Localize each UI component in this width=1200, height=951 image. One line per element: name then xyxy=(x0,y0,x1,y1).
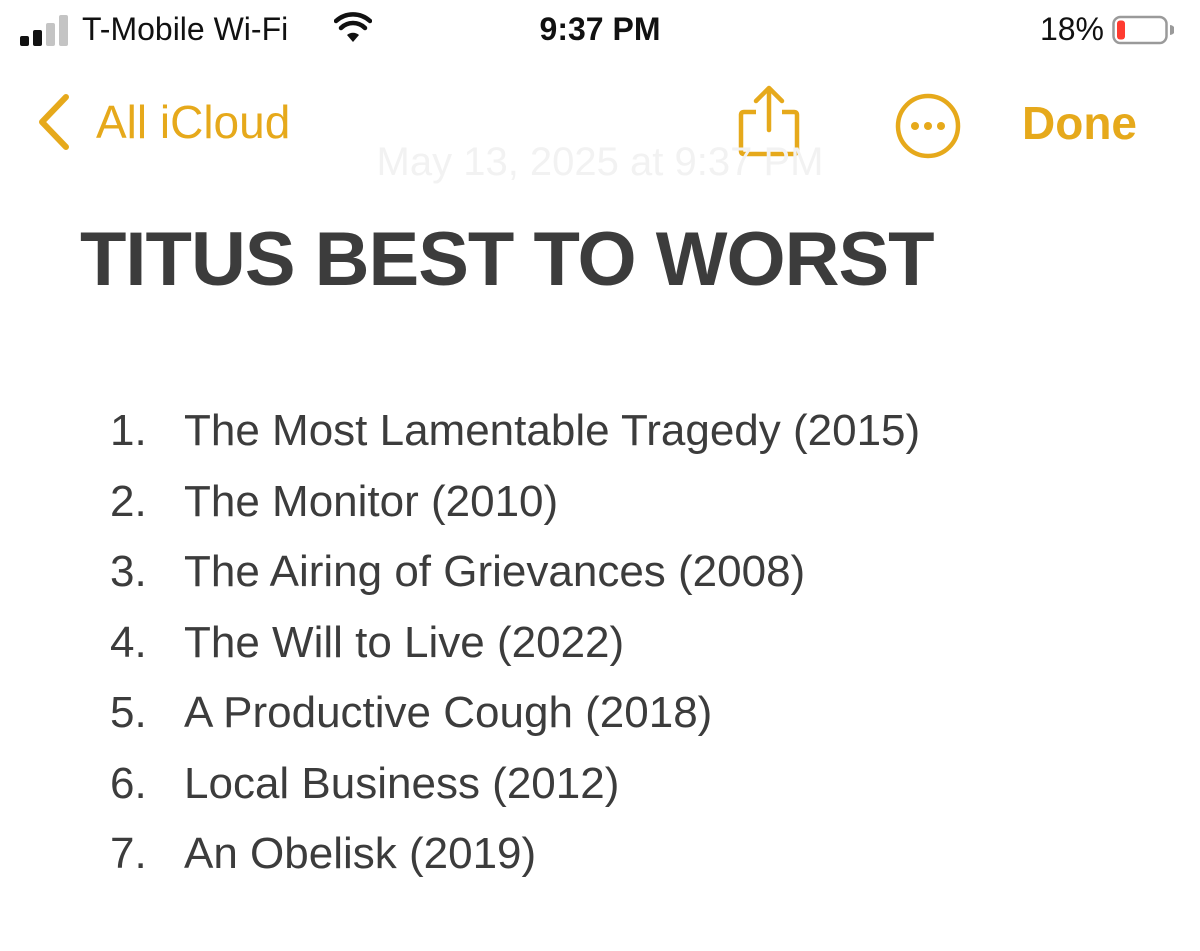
list-item-text: The Monitor (2010) xyxy=(184,476,559,526)
list-item-number: 4. xyxy=(110,617,147,667)
list-item[interactable]: 7. An Obelisk (2019) xyxy=(110,819,920,890)
battery-percentage: 18% xyxy=(1039,11,1104,47)
list-item[interactable]: 5. A Productive Cough (2018) xyxy=(110,678,920,749)
list-item[interactable]: 1. The Most Lamentable Tragedy (2015) xyxy=(110,396,920,467)
list-item[interactable]: 6. Local Business (2012) xyxy=(110,749,920,820)
list-item-text: The Most Lamentable Tragedy (2015) xyxy=(184,406,921,456)
list-item-number: 5. xyxy=(110,688,147,738)
list-item-number: 3. xyxy=(110,547,147,597)
list-item-number: 2. xyxy=(110,476,147,526)
list-item-text: The Airing of Grievances (2008) xyxy=(184,547,806,597)
list-item-text: An Obelisk (2019) xyxy=(184,829,537,879)
list-item[interactable]: 2. The Monitor (2010) xyxy=(110,467,920,538)
list-item-text: Local Business (2012) xyxy=(184,758,620,808)
note-timestamp: May 13, 2025 at 9:37 PM xyxy=(376,140,824,184)
list-item-text: The Will to Live (2022) xyxy=(184,617,625,667)
list-item-number: 7. xyxy=(110,829,147,879)
clock: 9:37 PM xyxy=(539,11,661,47)
note-list: 1. The Most Lamentable Tragedy (2015) 2. T… xyxy=(110,396,920,890)
list-item[interactable]: 3. The Airing of Grievances (2008) xyxy=(110,537,920,608)
list-item[interactable]: 4. The Will to Live (2022) xyxy=(110,608,920,679)
note-title[interactable]: TITUS BEST TO WORST xyxy=(80,216,935,303)
battery-icon xyxy=(1112,15,1174,45)
status-bar: T-Mobile Wi-Fi 9:37 PM 18% xyxy=(0,0,1200,64)
list-item-number: 1. xyxy=(110,406,147,456)
list-item-number: 6. xyxy=(110,758,147,808)
list-item-text: A Productive Cough (2018) xyxy=(184,688,713,738)
